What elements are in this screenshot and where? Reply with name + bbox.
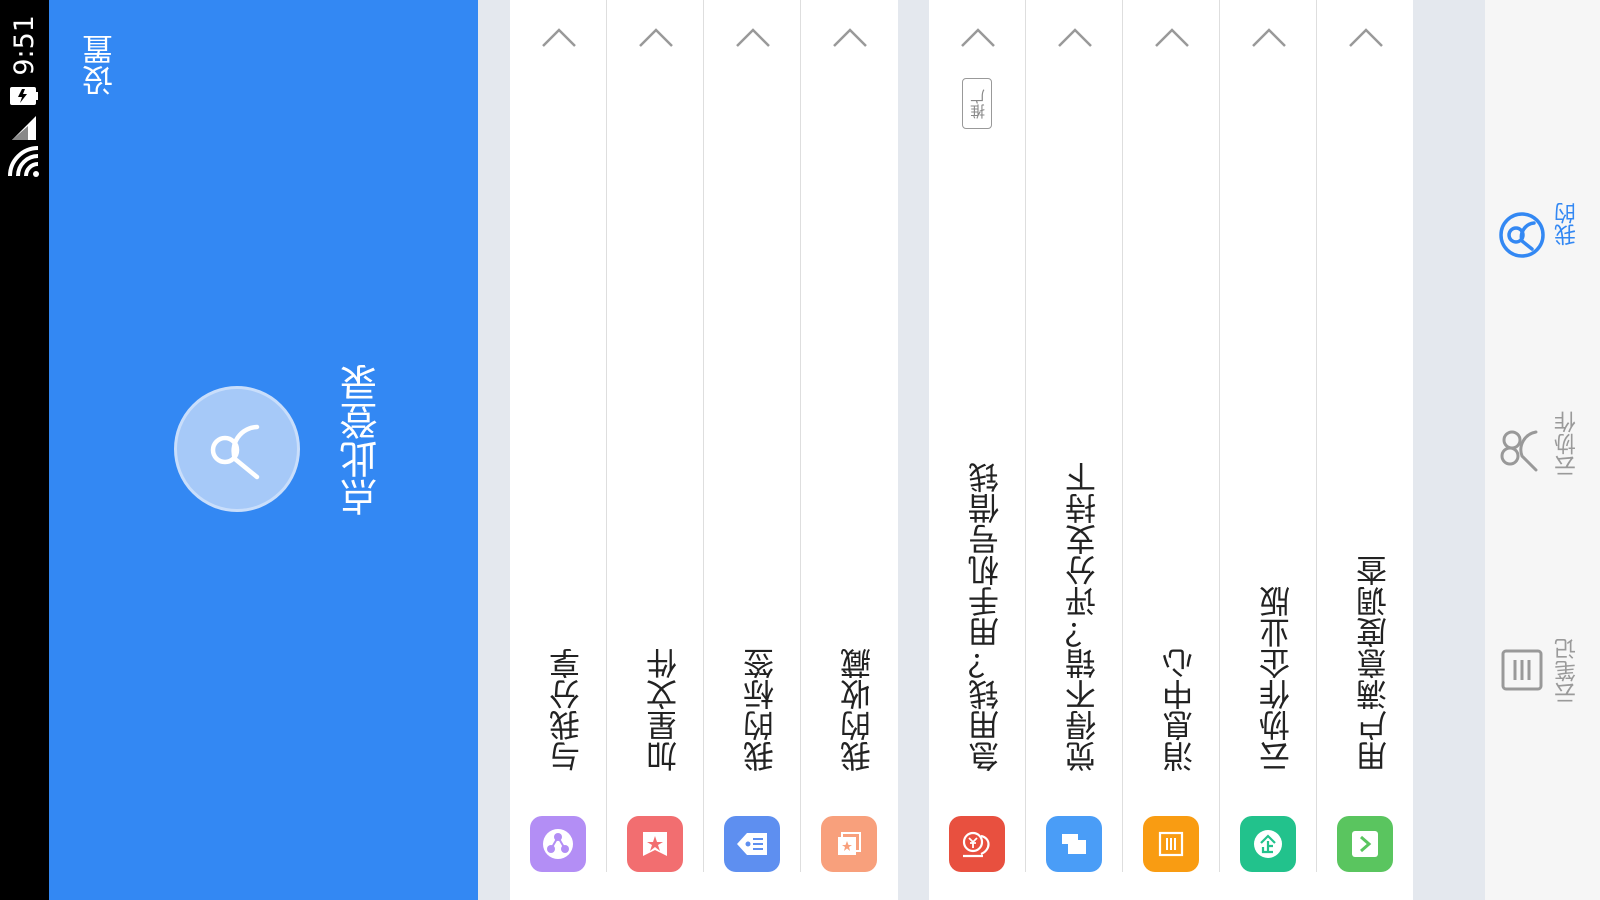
chevron-up-icon <box>1058 28 1092 47</box>
nav-tab-notes[interactable]: 云笔记 <box>1490 630 1595 720</box>
favorite-icon <box>821 816 877 872</box>
notes-icon <box>1501 649 1543 691</box>
menu-item-label: 加星文件 <box>647 648 683 772</box>
menu-item-label: 用户满意度调查 <box>1357 555 1393 772</box>
avatar[interactable] <box>174 386 300 512</box>
menu-item-label: 我的标签 <box>744 648 780 772</box>
survey-icon <box>1337 816 1393 872</box>
battery-icon <box>10 87 38 105</box>
settings-button[interactable]: 设置 <box>78 28 122 102</box>
nav-tab-label: 云协作 <box>1555 411 1580 477</box>
chevron-up-icon <box>1349 28 1383 47</box>
menu-group-secondary: 急用钱？用手机号借钱 觉得不错？评分支持下 消息中心 云协作企业版 用户满意度调… <box>929 0 1413 900</box>
chevron-up-icon <box>961 28 995 47</box>
status-time: 9:51 <box>9 14 40 76</box>
share-icon <box>530 816 586 872</box>
menu-item-label: 我的收藏 <box>841 648 877 772</box>
menu-item-loan-promo[interactable]: 急用钱？用手机号借钱 <box>929 0 1025 872</box>
menu-item-starred-files[interactable]: 加星文件 <box>607 0 703 872</box>
menu-item-label: 云协作企业版 <box>1260 586 1296 772</box>
login-prompt[interactable]: 点此登录 <box>336 350 386 530</box>
money-hand-icon <box>949 816 1005 872</box>
nav-tab-label: 云笔记 <box>1555 638 1580 704</box>
menu-group-primary: 与我分享 加星文件 我的标签 我的收藏 <box>510 0 898 900</box>
menu-item-shared-with-me[interactable]: 与我分享 <box>510 0 606 872</box>
message-icon <box>1143 816 1199 872</box>
chevron-up-icon <box>736 28 770 47</box>
wifi-icon <box>8 146 39 177</box>
chevron-up-icon <box>1155 28 1189 47</box>
menu-item-message-center[interactable]: 消息中心 <box>1123 0 1219 872</box>
collaboration-icon <box>1500 430 1538 472</box>
enterprise-icon <box>1240 816 1296 872</box>
nav-tab-mine[interactable]: 我的 <box>1490 190 1595 280</box>
menu-item-label: 与我分享 <box>550 648 586 772</box>
menu-item-label: 消息中心 <box>1163 648 1199 772</box>
signal-icon <box>12 116 36 140</box>
menu-item-rate-app[interactable]: 觉得不错？评分支持下 <box>1026 0 1122 872</box>
menu-item-my-tags[interactable]: 我的标签 <box>704 0 800 872</box>
chevron-up-icon <box>639 28 673 47</box>
thumbs-up-icon <box>1046 816 1102 872</box>
profile-icon <box>1499 212 1545 258</box>
user-avatar-icon <box>210 424 260 480</box>
chevron-up-icon <box>1252 28 1286 47</box>
chevron-up-icon <box>833 28 867 47</box>
nav-tab-label: 我的 <box>1555 202 1580 246</box>
menu-item-my-favorites[interactable]: 我的收藏 <box>801 0 898 872</box>
chevron-up-icon <box>542 28 576 47</box>
star-file-icon <box>627 816 683 872</box>
nav-tab-collaboration[interactable]: 云协作 <box>1490 400 1595 500</box>
menu-item-enterprise[interactable]: 云协作企业版 <box>1220 0 1316 872</box>
promo-badge: 推广 <box>962 78 992 129</box>
menu-item-satisfaction-survey[interactable]: 用户满意度调查 <box>1317 0 1413 872</box>
tag-icon <box>724 816 780 872</box>
menu-item-label: 急用钱？用手机号借钱 <box>969 462 1005 772</box>
menu-item-label: 觉得不错？评分支持下 <box>1066 462 1102 772</box>
